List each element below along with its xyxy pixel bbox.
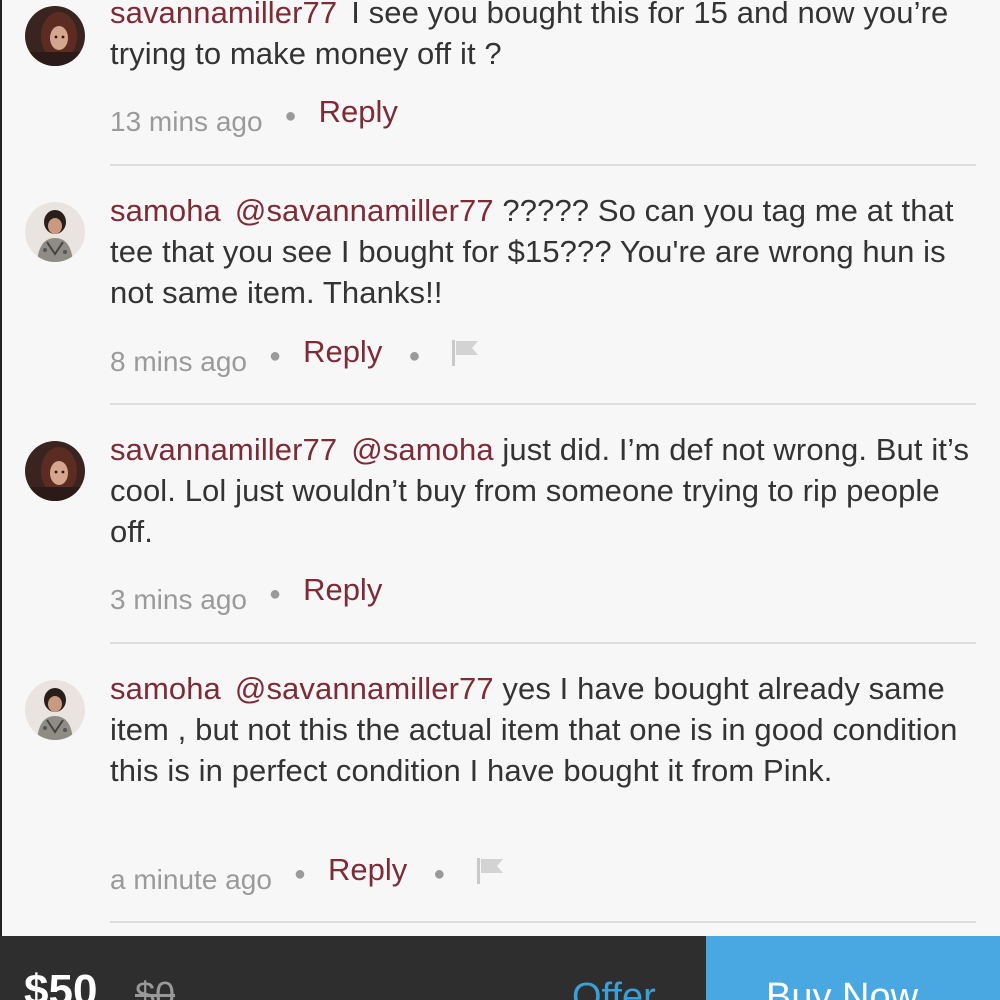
comment-mention[interactable]: @savannamiller77 bbox=[235, 193, 494, 228]
offer-button[interactable]: Offer bbox=[572, 972, 656, 1000]
comment-time: 8 mins ago bbox=[110, 346, 247, 377]
flag-icon[interactable] bbox=[475, 856, 505, 893]
avatar[interactable] bbox=[25, 202, 85, 262]
separator-dot: ● bbox=[433, 862, 446, 885]
comment-text: samoha @savannamiller77 ????? So can you … bbox=[110, 190, 980, 313]
buy-now-button[interactable]: Buy Now bbox=[706, 936, 1000, 1000]
comment-meta: 3 mins ago ● Reply bbox=[110, 572, 382, 620]
divider bbox=[110, 403, 976, 405]
buy-now-label: Buy Now bbox=[766, 976, 919, 1000]
divider bbox=[110, 642, 976, 644]
separator-dot: ● bbox=[268, 344, 282, 367]
original-price: $0 bbox=[135, 974, 176, 1000]
flag-icon[interactable] bbox=[450, 338, 480, 375]
separator-dot: ● bbox=[293, 862, 306, 885]
reply-button[interactable]: Reply bbox=[328, 852, 407, 888]
comment-mention[interactable]: @samoha bbox=[351, 432, 493, 467]
comment-text: savannamiller77 I see you bought this for… bbox=[110, 0, 980, 74]
avatar[interactable] bbox=[25, 6, 85, 66]
comments-page: savannamiller77 I see you bought this for… bbox=[0, 0, 1000, 1000]
comment-text: savannamiller77 @samoha just did. I’m def… bbox=[110, 429, 980, 552]
reply-button[interactable]: Reply bbox=[303, 572, 382, 608]
comment-text: samoha @savannamiller77 yes I have bought… bbox=[110, 668, 980, 791]
comment-username[interactable]: samoha bbox=[110, 671, 221, 706]
comment-username[interactable]: savannamiller77 bbox=[110, 432, 337, 467]
comment-meta: a minute ago ● Reply ● bbox=[110, 852, 505, 900]
separator-dot: ● bbox=[268, 582, 282, 605]
avatar[interactable] bbox=[25, 680, 85, 740]
divider bbox=[110, 164, 976, 166]
avatar[interactable] bbox=[25, 441, 85, 501]
comment-meta: 8 mins ago ● Reply ● bbox=[110, 334, 480, 382]
user-avatar-dark-hair-icon bbox=[25, 6, 85, 66]
comment-time: a minute ago bbox=[110, 864, 272, 895]
comment-mention[interactable]: @savannamiller77 bbox=[235, 671, 494, 706]
comment-username[interactable]: savannamiller77 bbox=[110, 0, 337, 30]
listing-price: $50 bbox=[24, 966, 98, 1000]
left-edge-border bbox=[0, 0, 2, 936]
comment-meta: 13 mins ago ● Reply bbox=[110, 94, 398, 142]
reply-button[interactable]: Reply bbox=[319, 94, 398, 130]
user-avatar-scarf-icon bbox=[25, 202, 85, 262]
reply-button[interactable]: Reply bbox=[303, 334, 382, 370]
user-avatar-dark-hair-icon bbox=[25, 441, 85, 501]
comment-username[interactable]: samoha bbox=[110, 193, 221, 228]
comment-time: 3 mins ago bbox=[110, 584, 247, 615]
comment-time: 13 mins ago bbox=[110, 106, 263, 137]
separator-dot: ● bbox=[284, 104, 297, 127]
divider bbox=[110, 921, 976, 923]
purchase-bar: $50 $0 Offer Buy Now bbox=[0, 936, 1000, 1000]
user-avatar-scarf-icon bbox=[25, 680, 85, 740]
separator-dot: ● bbox=[408, 344, 421, 367]
